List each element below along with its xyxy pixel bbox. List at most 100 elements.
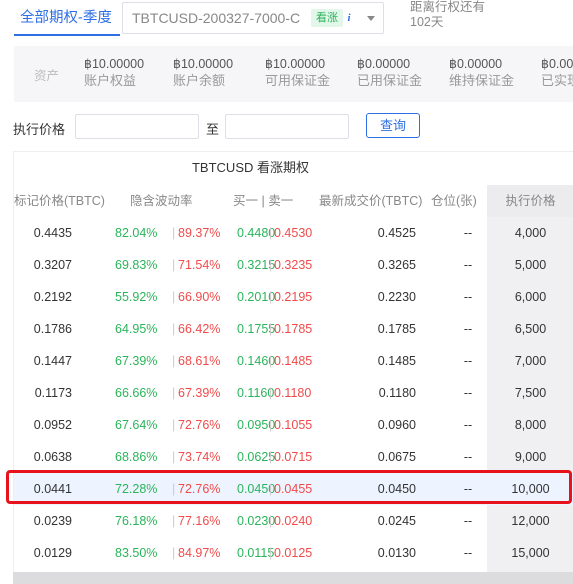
header-strike: 执行价格 [487, 185, 573, 217]
strike-cell: 8,000 [514, 418, 547, 432]
asset-value: ฿0.00000 [449, 57, 503, 71]
asset-name: 维持保证金 [449, 73, 515, 88]
iv-bid-cell: 66.66% [115, 386, 158, 400]
position-cell: -- [463, 450, 473, 464]
expiry-label: 距离行权还有 [410, 0, 486, 14]
strike-cell: 12,000 [511, 514, 550, 528]
strike-cell: 6,000 [514, 290, 547, 304]
price-separator: | [269, 418, 273, 432]
table-row[interactable]: 0.0239 76.18% | 77.16% 0.0230 | 0.0240 0.0245 --… [14, 505, 573, 537]
chevron-down-icon[interactable] [367, 16, 375, 21]
table-title: TBTCUSD 看涨期权 [191, 160, 309, 175]
table-row[interactable]: 0.2192 55.92% | 66.90% 0.2010 | 0.2195 0.2230 --… [14, 281, 573, 313]
info-icon[interactable]: i [342, 11, 356, 25]
last-price-cell: 0.0130 [377, 546, 416, 560]
ask-price-cell[interactable]: 0.3235 [274, 249, 312, 281]
iv-separator: | [172, 354, 176, 368]
expiry-countdown: 距离行权还有 102天 [410, 0, 485, 30]
ask-price-cell[interactable]: 0.0715 [274, 441, 312, 473]
position-cell: -- [463, 418, 473, 432]
last-price-cell: 0.0245 [377, 514, 416, 528]
table-row[interactable]: 0.4435 82.04% | 89.37% 0.4480 | 0.4530 0.4525 --… [14, 217, 573, 249]
iv-bid-cell: 68.86% [115, 450, 158, 464]
contract-select[interactable]: TBTCUSD-200327-7000-C 看涨 i [122, 2, 384, 34]
iv-bid-cell: 69.83% [115, 258, 158, 272]
iv-bid-cell: 64.95% [115, 322, 158, 336]
iv-ask-cell: 68.61% [178, 354, 221, 368]
table-row[interactable]: 0.0638 68.86% | 73.74% 0.0625 | 0.0715 0.0675 --… [14, 441, 573, 473]
strike-cell: 15,000 [511, 546, 550, 560]
mark-price-cell: 0.0239 [33, 514, 72, 528]
strike-cell: 5,000 [514, 258, 547, 272]
ask-price-cell[interactable]: 0.1785 [274, 313, 312, 345]
ask-price-cell[interactable]: 0.0455 [274, 473, 312, 505]
iv-separator: | [172, 258, 176, 272]
horizontal-scrollbar[interactable] [13, 572, 573, 584]
options-table: TBTCUSD 看涨期权 标记价格(TBTC) 隐含波动率 买一 | 卖一 最新… [13, 151, 573, 584]
strike-min-input[interactable] [75, 114, 199, 139]
iv-separator: | [172, 450, 176, 464]
iv-ask-cell: 73.74% [178, 450, 221, 464]
asset-name: 可用保证金 [265, 73, 331, 88]
ask-price-cell[interactable]: 0.0125 [274, 537, 312, 569]
ask-price-cell[interactable]: 0.2195 [274, 281, 312, 313]
price-separator: | [269, 226, 273, 240]
asset-equity: ฿10.00000 账户权益 [84, 56, 144, 89]
asset-balance: ฿10.00000 账户余额 [173, 56, 233, 89]
price-separator: | [269, 290, 273, 304]
mark-price-cell: 0.0638 [33, 450, 72, 464]
last-price-cell: 0.0450 [377, 482, 416, 496]
iv-ask-cell: 72.76% [178, 482, 221, 496]
iv-ask-cell: 71.54% [178, 258, 221, 272]
ask-price-cell[interactable]: 0.1055 [274, 409, 312, 441]
iv-bid-cell: 83.50% [115, 546, 158, 560]
asset-used-margin: ฿0.00000 已用保证金 [357, 56, 422, 89]
iv-separator: | [172, 418, 176, 432]
price-separator: | [269, 514, 273, 528]
price-separator: | [269, 258, 273, 272]
ask-price-cell[interactable]: 0.1180 [274, 377, 311, 409]
table-row[interactable]: 0.1786 64.95% | 66.42% 0.1755 | 0.1785 0.1785 --… [14, 313, 573, 345]
last-price-cell: 0.3265 [377, 258, 416, 272]
ask-price-cell[interactable]: 0.4530 [274, 217, 312, 249]
position-cell: -- [463, 354, 473, 368]
iv-bid-cell: 76.18% [115, 514, 158, 528]
position-cell: -- [463, 482, 473, 496]
iv-bid-cell: 67.39% [115, 354, 158, 368]
table-row[interactable]: 0.1173 66.66% | 67.39% 0.1160 | 0.1180 0.1180 --… [14, 377, 573, 409]
last-price-cell: 0.4525 [377, 226, 416, 240]
ask-price-cell[interactable]: 0.0240 [274, 505, 312, 537]
table-row[interactable]: 0.3207 69.83% | 71.54% 0.3215 | 0.3235 0.3265 --… [14, 249, 573, 281]
last-price-cell: 0.1785 [377, 322, 416, 336]
iv-ask-cell: 89.37% [178, 226, 221, 240]
iv-bid-cell: 82.04% [115, 226, 158, 240]
price-separator: | [269, 354, 273, 368]
price-separator: | [269, 546, 273, 560]
table-row[interactable]: 0.1447 67.39% | 68.61% 0.1460 | 0.1485 0.1485 --… [14, 345, 573, 377]
strike-max-input[interactable] [225, 114, 349, 139]
iv-separator: | [172, 226, 176, 240]
position-cell: -- [463, 290, 473, 304]
iv-separator: | [172, 322, 176, 336]
asset-value: ฿0.00 [541, 57, 573, 71]
position-cell: -- [463, 514, 473, 528]
price-separator: | [269, 322, 273, 336]
search-button[interactable]: 查询 [366, 113, 420, 138]
strike-filter: 执行价格 至 查询 [0, 110, 573, 142]
tab-all-quarterly[interactable]: 全部期权-季度 [14, 0, 120, 36]
strike-cell: 10,000 [511, 482, 550, 496]
table-row[interactable]: 0.0952 67.64% | 72.76% 0.0950 | 0.1055 0.0960 --… [14, 409, 573, 441]
position-cell: -- [463, 386, 473, 400]
ask-price-cell[interactable]: 0.1485 [274, 345, 312, 377]
iv-separator: | [172, 546, 176, 560]
asset-name: 已实现 [541, 73, 573, 88]
table-row[interactable]: 0.0129 83.50% | 84.97% 0.0115 | 0.0125 0.0130 --… [14, 537, 573, 569]
header-iv: 隐含波动率 [130, 194, 193, 208]
header-last-price: 最新成交价(TBTC) [319, 194, 423, 208]
mark-price-cell: 0.0441 [33, 482, 72, 496]
assets-summary: 资产 ฿10.00000 账户权益 ฿10.00000 账户余额 ฿10.000… [14, 46, 573, 102]
strike-cell: 9,000 [514, 450, 547, 464]
asset-name: 已用保证金 [357, 73, 423, 88]
strike-cell: 7,000 [514, 354, 547, 368]
table-row[interactable]: 0.0441 72.28% | 72.76% 0.0450 | 0.0455 0.0450 --… [14, 473, 573, 505]
